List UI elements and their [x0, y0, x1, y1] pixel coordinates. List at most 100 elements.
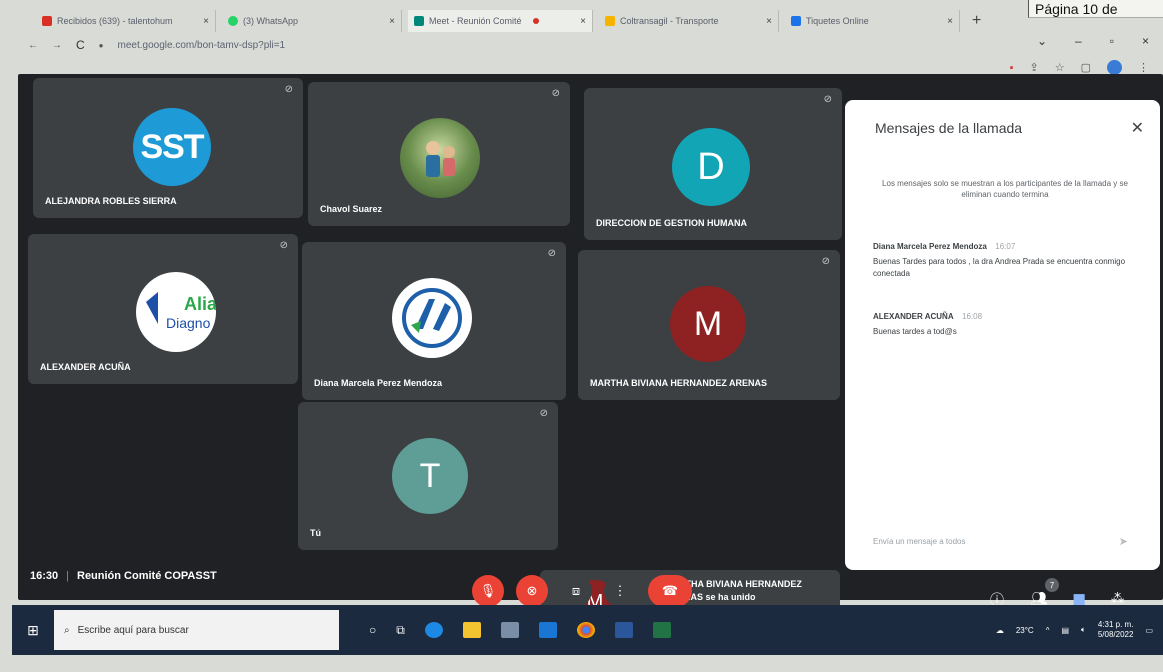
- participant-name: MARTHA BIVIANA HERNANDEZ ARENAS: [590, 378, 767, 388]
- participant-tile[interactable]: ⊘ SST ALEJANDRA ROBLES SIERRA: [33, 78, 303, 218]
- edge-icon[interactable]: [424, 622, 443, 638]
- participant-tile[interactable]: ⊘ Diana Marcela Perez Mendoza: [302, 242, 566, 400]
- cortana-icon[interactable]: ○: [369, 623, 376, 637]
- participant-tile[interactable]: ⊘ M MARTHA BIVIANA HERNANDEZ ARENAS: [578, 250, 840, 400]
- close-window-button[interactable]: ×: [1142, 34, 1149, 50]
- tab-tiquetes[interactable]: Tiquetes Online ×: [785, 10, 960, 32]
- network-icon[interactable]: ▤: [1061, 626, 1069, 635]
- hang-up-icon: ☎: [661, 583, 679, 598]
- separator: |: [66, 570, 69, 582]
- tab-label: (3) WhatsApp: [243, 16, 299, 26]
- temperature: 23°C: [1015, 625, 1034, 635]
- chrome-icon[interactable]: [576, 622, 595, 638]
- store-icon[interactable]: [500, 622, 519, 638]
- message-author: Diana Marcela Perez Mendoza: [873, 242, 987, 251]
- mail-icon[interactable]: [538, 622, 557, 638]
- minimize-button[interactable]: –: [1075, 34, 1082, 50]
- start-button[interactable]: ⊞: [12, 605, 54, 655]
- chat-message: ALEXANDER ACUÑA 16:08 Buenas tardes a to…: [873, 306, 1138, 338]
- tab-label: Recibidos (639) - talentohum: [57, 16, 173, 26]
- mic-off-icon: ⊘: [547, 248, 556, 259]
- task-view-icon[interactable]: ⧉: [396, 623, 405, 638]
- back-icon[interactable]: ←: [28, 40, 38, 51]
- system-clock[interactable]: 4:31 p. m. 5/08/2022: [1098, 620, 1134, 641]
- window-controls: ⌄ – ▫ ×: [1023, 34, 1163, 50]
- participant-tile[interactable]: ⊘ D DIRECCION DE GESTION HUMANA: [584, 88, 842, 240]
- taskbar-search[interactable]: ⌕ Escribe aquí para buscar: [54, 610, 339, 650]
- meeting-info: 16:30 | Reunión Comité COPASST: [30, 570, 217, 582]
- profile-avatar[interactable]: [1107, 60, 1122, 75]
- message-author: ALEXANDER ACUÑA: [873, 312, 954, 321]
- leave-call-button[interactable]: ☎: [648, 575, 692, 607]
- close-icon[interactable]: ×: [203, 16, 209, 27]
- present-button[interactable]: ⧈: [560, 575, 592, 607]
- sidebar-icon[interactable]: ▢: [1081, 61, 1091, 74]
- tab-label: Tiquetes Online: [806, 16, 869, 26]
- browser-tab-strip: Recibidos (639) - talentohum × (3) Whats…: [0, 8, 1030, 34]
- meeting-time: 16:30: [30, 570, 59, 582]
- avatar-logo: [392, 278, 472, 358]
- avatar: M: [670, 286, 746, 362]
- browser-toolbar: ▪ ⇪ ☆ ▢ ⋮: [1010, 60, 1149, 75]
- camera-permission-icon[interactable]: ▪: [1010, 62, 1014, 74]
- search-icon: ⌕: [64, 624, 70, 636]
- chat-panel: Mensajes de la llamada ✕ Los mensajes so…: [845, 100, 1160, 570]
- new-tab-button[interactable]: +: [972, 12, 981, 30]
- bookmark-star-icon[interactable]: ☆: [1055, 61, 1065, 74]
- whatsapp-icon: [228, 16, 238, 26]
- chat-message-input[interactable]: Envía un mensaje a todos: [873, 537, 1123, 546]
- participant-name: ALEXANDER ACUÑA: [40, 362, 131, 372]
- tab-coltransagil[interactable]: Coltransagil - Transporte ×: [599, 10, 779, 32]
- tab-meet[interactable]: Meet - Reunión Comité ×: [408, 10, 593, 32]
- lock-icon: ●: [98, 40, 104, 50]
- maximize-button[interactable]: ▫: [1110, 34, 1114, 50]
- close-icon[interactable]: ✕: [1131, 118, 1144, 138]
- url-input[interactable]: meet.google.com/bon-tamv-dsp?pli=1: [118, 40, 286, 51]
- mic-off-icon: ⊘: [551, 88, 560, 99]
- participant-tile[interactable]: ⊘ Chavol Suarez: [308, 82, 570, 226]
- message-time: 16:07: [995, 242, 1016, 251]
- clock-date: 5/08/2022: [1097, 630, 1134, 639]
- close-icon[interactable]: ×: [389, 16, 395, 27]
- address-bar: ← → C ● meet.google.com/bon-tamv-dsp?pli…: [0, 34, 1020, 56]
- participant-name: Diana Marcela Perez Mendoza: [314, 378, 443, 388]
- message-text: Buenas Tardes para todos , la dra Andrea…: [873, 257, 1126, 278]
- excel-icon[interactable]: [652, 622, 671, 638]
- send-icon[interactable]: ➤: [1119, 535, 1128, 548]
- participant-tile[interactable]: ⊘ Alia Diagno ALEXANDER ACUÑA: [28, 234, 298, 384]
- participant-name: DIRECCION DE GESTION HUMANA: [596, 218, 748, 228]
- coltransagil-icon: [605, 16, 615, 26]
- forward-icon[interactable]: →: [52, 40, 62, 51]
- file-explorer-icon[interactable]: [462, 622, 481, 638]
- close-icon[interactable]: ×: [947, 16, 953, 27]
- camera-off-icon: ⊗: [526, 583, 538, 598]
- tab-label: Coltransagil - Transporte: [620, 16, 719, 26]
- present-screen-icon: ⧈: [571, 583, 581, 598]
- close-icon[interactable]: ×: [580, 16, 586, 27]
- share-icon[interactable]: ⇪: [1030, 61, 1039, 74]
- mic-toggle-button[interactable]: 🎙︎: [472, 575, 504, 607]
- participants-count-badge: 7: [1045, 578, 1059, 592]
- gmail-icon: [42, 16, 52, 26]
- svg-text:Alia: Alia: [184, 294, 216, 314]
- volume-icon[interactable]: 🔈︎: [1081, 625, 1086, 635]
- tab-whatsapp[interactable]: (3) WhatsApp ×: [222, 10, 402, 32]
- more-options-button[interactable]: ⋮: [604, 575, 636, 607]
- mic-off-icon: ⊘: [821, 256, 830, 267]
- word-icon[interactable]: [614, 622, 633, 638]
- avatar-logo: Alia Diagno: [136, 272, 216, 352]
- people-photo-icon: [426, 141, 455, 177]
- tray-overflow-icon[interactable]: ^: [1046, 626, 1050, 635]
- taskbar-apps: ○ ⧉: [369, 622, 671, 638]
- camera-toggle-button[interactable]: ⊗: [516, 575, 548, 607]
- close-icon[interactable]: ×: [766, 16, 772, 27]
- participant-name: Chavol Suarez: [320, 204, 383, 214]
- participant-tile-self[interactable]: ⊘ T Tú: [298, 402, 558, 550]
- menu-icon[interactable]: ⋮: [1138, 61, 1149, 74]
- tab-search-button[interactable]: ⌄: [1037, 34, 1047, 50]
- reload-icon[interactable]: C: [76, 38, 85, 52]
- tab-label: Meet - Reunión Comité: [429, 16, 522, 26]
- notifications-icon[interactable]: ▭: [1145, 626, 1153, 635]
- tab-gmail[interactable]: Recibidos (639) - talentohum ×: [36, 10, 216, 32]
- svg-text:Diagno: Diagno: [166, 315, 211, 331]
